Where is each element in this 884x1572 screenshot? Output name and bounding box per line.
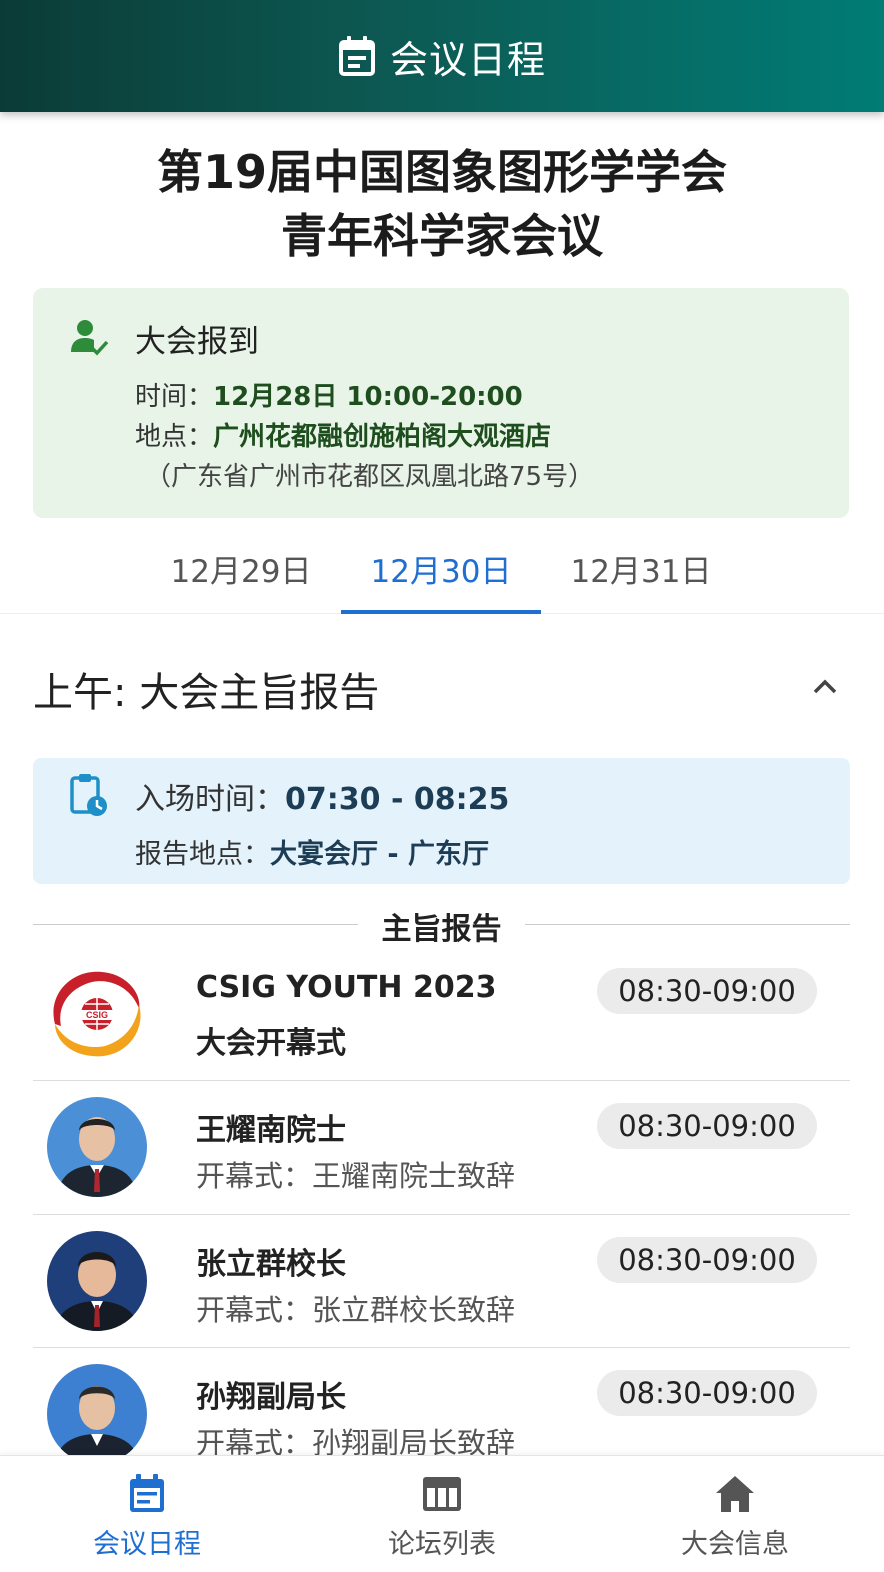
registration-card: 大会报到 时间：12月28日 10:00-20:00 地点：广州花都融创施柏阁大… xyxy=(33,288,849,518)
venue-location: 报告地点：大宴会厅 - 广东厅 xyxy=(135,832,489,871)
item-name: 孙翔副局长 xyxy=(196,1380,346,1415)
list-item[interactable]: 张立群校长 开幕式：张立群校长致辞 08:30-09:00 xyxy=(33,1215,850,1348)
venue-value: 大宴会厅 - 广东厅 xyxy=(270,839,490,870)
keynote-divider: 主旨报告 xyxy=(33,902,850,947)
tab-dec-30[interactable]: 12月30日 xyxy=(341,546,541,591)
entry-time: 入场时间：07:30 - 08:25 xyxy=(135,774,509,818)
active-tab-indicator xyxy=(341,610,541,614)
tab-dec-29[interactable]: 12月29日 xyxy=(141,546,341,591)
nav-info[interactable]: 大会信息 xyxy=(588,1456,882,1572)
time-badge: 08:30-09:00 xyxy=(597,968,817,1014)
divider-rule-right xyxy=(525,924,850,925)
table-icon xyxy=(423,1477,461,1511)
keynote-label: 主旨报告 xyxy=(381,912,502,947)
place-label: 地点： xyxy=(135,422,214,452)
tab-dec-31[interactable]: 12月31日 xyxy=(541,546,741,591)
csig-logo: CSIG xyxy=(47,964,147,1064)
conference-title-line1: 第19届中国图象图形学学会 xyxy=(156,145,727,199)
registration-place: 地点：广州花都融创施柏阁大观酒店 xyxy=(135,416,551,453)
speaker-photo xyxy=(47,1364,147,1455)
time-badge: 08:30-09:00 xyxy=(597,1370,817,1416)
registration-time: 时间：12月28日 10:00-20:00 xyxy=(135,376,523,413)
chevron-up-icon[interactable] xyxy=(810,672,840,702)
nav-forums-label: 论坛列表 xyxy=(388,1529,496,1560)
app-header: 会议日程 xyxy=(0,0,884,112)
entry-value: 07:30 - 08:25 xyxy=(285,782,510,817)
section-title[interactable]: 上午: 大会主旨报告 xyxy=(33,660,379,718)
calendar-icon xyxy=(338,36,375,76)
item-desc: 开幕式：张立群校长致辞 xyxy=(196,1293,516,1327)
home-icon xyxy=(716,1476,754,1512)
time-label: 时间： xyxy=(135,382,214,412)
conference-title: 第19届中国图象图形学学会 青年科学家会议 xyxy=(0,140,884,268)
venue-label: 报告地点： xyxy=(135,839,270,870)
date-tabs: 12月29日 12月30日 12月31日 xyxy=(0,530,884,614)
venue-card: 入场时间：07:30 - 08:25 报告地点：大宴会厅 - 广东厅 xyxy=(33,758,850,884)
divider-rule-left xyxy=(33,924,358,925)
bottom-nav: 会议日程 论坛列表 大会信息 xyxy=(0,1455,884,1572)
speaker-photo xyxy=(47,1097,147,1197)
item-desc: 开幕式：王耀南院士致辞 xyxy=(196,1159,516,1193)
nav-schedule-label: 会议日程 xyxy=(93,1529,201,1560)
calendar-icon xyxy=(130,1474,164,1512)
page-title: 会议日程 xyxy=(389,37,546,82)
list-item[interactable]: 王耀南院士 开幕式：王耀南院士致辞 08:30-09:00 xyxy=(33,1081,850,1215)
item-name: CSIG YOUTH 2023 xyxy=(196,970,497,1005)
user-check-icon xyxy=(71,320,109,356)
list-item[interactable]: 孙翔副局长 开幕式：孙翔副局长致辞 08:30-09:00 xyxy=(33,1348,850,1455)
item-name: 张立群校长 xyxy=(196,1247,346,1282)
place-value: 广州花都融创施柏阁大观酒店 xyxy=(213,422,552,452)
conference-title-line2: 青年科学家会议 xyxy=(281,209,603,263)
list-item[interactable]: CSIG CSIG YOUTH 2023 大会开幕式 08:30-09:00 xyxy=(33,946,850,1081)
time-badge: 08:30-09:00 xyxy=(597,1237,817,1283)
item-name: 王耀南院士 xyxy=(196,1113,346,1148)
nav-forums[interactable]: 论坛列表 xyxy=(295,1456,589,1572)
clipboard-clock-icon xyxy=(70,774,107,816)
csig-logo-text: CSIG xyxy=(86,1010,108,1020)
nav-info-label: 大会信息 xyxy=(681,1529,789,1560)
registration-address: （广东省广州市花都区凤凰北路75号） xyxy=(145,462,595,492)
time-badge: 08:30-09:00 xyxy=(597,1103,817,1149)
time-value: 12月28日 10:00-20:00 xyxy=(213,382,523,412)
item-desc: 开幕式：孙翔副局长致辞 xyxy=(196,1426,516,1455)
entry-label: 入场时间： xyxy=(135,782,285,817)
nav-schedule[interactable]: 会议日程 xyxy=(0,1456,294,1572)
item-desc: 大会开幕式 xyxy=(196,1026,346,1061)
speaker-photo xyxy=(47,1231,147,1331)
registration-title: 大会报到 xyxy=(135,324,259,360)
